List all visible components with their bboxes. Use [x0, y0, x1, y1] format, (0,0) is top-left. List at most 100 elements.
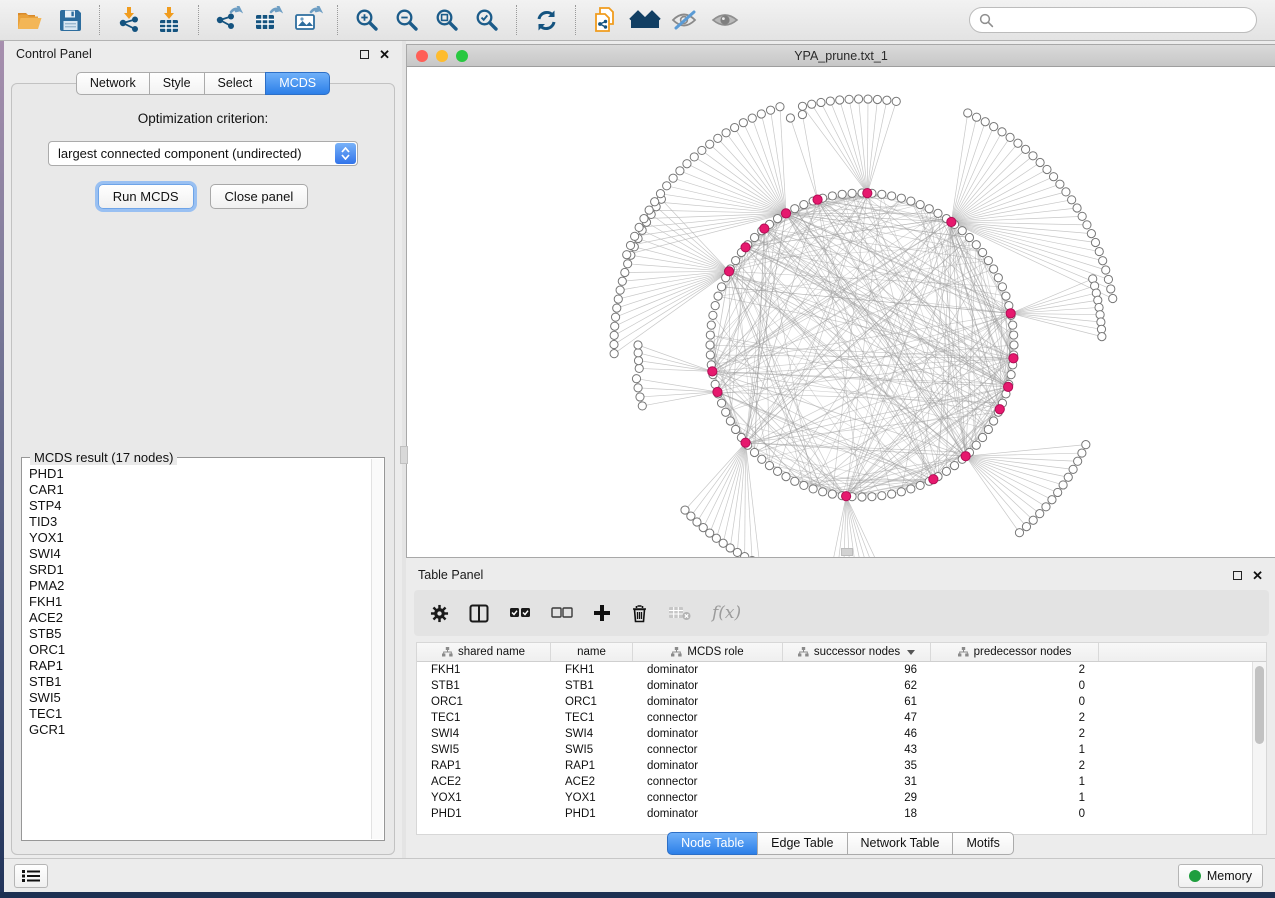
network-node[interactable]: [828, 192, 836, 200]
network-node[interactable]: [916, 200, 924, 208]
network-node[interactable]: [808, 100, 816, 108]
network-node[interactable]: [864, 95, 872, 103]
hide-selected-icon[interactable]: [665, 3, 705, 37]
mcds-result-item[interactable]: PHD1: [23, 466, 370, 482]
network-window-titlebar[interactable]: YPA_prune.txt_1: [407, 45, 1275, 67]
mcds-hub-node[interactable]: [1004, 382, 1013, 391]
network-node[interactable]: [819, 488, 827, 496]
network-node[interactable]: [798, 110, 806, 118]
mcds-result-item[interactable]: TID3: [23, 514, 370, 530]
memory-button[interactable]: Memory: [1178, 864, 1263, 888]
column-header-predecessor-nodes[interactable]: predecessor nodes: [931, 643, 1099, 661]
tab-motifs[interactable]: Motifs: [952, 832, 1013, 855]
search-input[interactable]: [1000, 13, 1247, 28]
network-node[interactable]: [624, 260, 632, 268]
mcds-result-item[interactable]: STB1: [23, 674, 370, 690]
task-history-button[interactable]: [14, 864, 48, 888]
network-node[interactable]: [1091, 238, 1099, 246]
network-node[interactable]: [621, 268, 629, 276]
deselect-all-rows-icon[interactable]: [551, 606, 573, 620]
network-node[interactable]: [714, 134, 722, 142]
tab-style[interactable]: Style: [149, 72, 205, 95]
network-node[interactable]: [990, 265, 998, 273]
mcds-result-item[interactable]: SWI5: [23, 690, 370, 706]
network-node[interactable]: [636, 393, 644, 401]
mcds-hub-node[interactable]: [713, 387, 722, 396]
mcds-result-item[interactable]: TEC1: [23, 706, 370, 722]
add-column-icon[interactable]: [593, 604, 611, 622]
network-node[interactable]: [826, 97, 834, 105]
network-node[interactable]: [888, 192, 896, 200]
network-node[interactable]: [773, 215, 781, 223]
select-all-rows-icon[interactable]: [509, 606, 531, 620]
network-node[interactable]: [1074, 457, 1082, 465]
network-node[interactable]: [964, 109, 972, 117]
tab-network-table[interactable]: Network Table: [847, 832, 954, 855]
float-panel-icon[interactable]: [360, 50, 369, 59]
network-node[interactable]: [635, 364, 643, 372]
float-table-panel-icon[interactable]: [1233, 571, 1242, 580]
mcds-result-item[interactable]: STP4: [23, 498, 370, 514]
network-node[interactable]: [791, 477, 799, 485]
canvas-grip[interactable]: [841, 548, 853, 556]
network-node[interactable]: [836, 96, 844, 104]
open-session-icon[interactable]: [10, 3, 50, 37]
network-node[interactable]: [838, 190, 846, 198]
network-node[interactable]: [656, 190, 664, 198]
network-node[interactable]: [773, 467, 781, 475]
settings-gear-icon[interactable]: [430, 604, 449, 623]
network-graph[interactable]: [407, 67, 1275, 557]
tab-network[interactable]: Network: [76, 72, 150, 95]
save-session-icon[interactable]: [50, 3, 90, 37]
network-node[interactable]: [611, 313, 619, 321]
mcds-hub-node[interactable]: [724, 267, 733, 276]
mcds-hub-node[interactable]: [708, 367, 717, 376]
network-node[interactable]: [717, 399, 725, 407]
network-node[interactable]: [1087, 230, 1095, 238]
network-node[interactable]: [1068, 196, 1076, 204]
network-node[interactable]: [614, 295, 622, 303]
mcds-list-scrollbar[interactable]: [371, 459, 383, 839]
network-node[interactable]: [663, 182, 671, 190]
import-table-icon[interactable]: [149, 3, 189, 37]
table-row[interactable]: ORC1ORC1dominator610: [417, 694, 1252, 710]
network-node[interactable]: [1069, 465, 1077, 473]
network-node[interactable]: [1029, 516, 1037, 524]
network-node[interactable]: [711, 302, 719, 310]
mcds-hub-node[interactable]: [995, 405, 1004, 414]
network-node[interactable]: [892, 97, 900, 105]
network-node[interactable]: [750, 448, 758, 456]
network-node[interactable]: [623, 251, 631, 259]
network-node[interactable]: [1099, 257, 1107, 265]
import-network-icon[interactable]: [109, 3, 149, 37]
network-node[interactable]: [1102, 266, 1110, 274]
network-node[interactable]: [1095, 247, 1103, 255]
mcds-result-item[interactable]: FKH1: [23, 594, 370, 610]
network-node[interactable]: [990, 417, 998, 425]
network-node[interactable]: [765, 461, 773, 469]
network-node[interactable]: [726, 417, 734, 425]
network-node[interactable]: [786, 114, 794, 122]
network-node[interactable]: [990, 123, 998, 131]
network-node[interactable]: [634, 384, 642, 392]
first-neighbors-icon[interactable]: [625, 3, 665, 37]
zoom-out-icon[interactable]: [387, 3, 427, 37]
table-row[interactable]: RAP1RAP1dominator352: [417, 758, 1252, 774]
network-node[interactable]: [854, 95, 862, 103]
network-node[interactable]: [828, 490, 836, 498]
network-node[interactable]: [634, 357, 642, 365]
network-node[interactable]: [1002, 292, 1010, 300]
network-node[interactable]: [965, 233, 973, 241]
network-node[interactable]: [676, 167, 684, 175]
network-node[interactable]: [635, 223, 643, 231]
table-row[interactable]: SWI4SWI4dominator462: [417, 726, 1252, 742]
network-node[interactable]: [732, 425, 740, 433]
network-node[interactable]: [707, 321, 715, 329]
mcds-result-item[interactable]: SRD1: [23, 562, 370, 578]
network-node[interactable]: [669, 174, 677, 182]
network-node[interactable]: [1014, 139, 1022, 147]
network-node[interactable]: [798, 102, 806, 110]
network-node[interactable]: [878, 190, 886, 198]
network-node[interactable]: [1009, 321, 1017, 329]
network-node[interactable]: [1022, 522, 1030, 530]
